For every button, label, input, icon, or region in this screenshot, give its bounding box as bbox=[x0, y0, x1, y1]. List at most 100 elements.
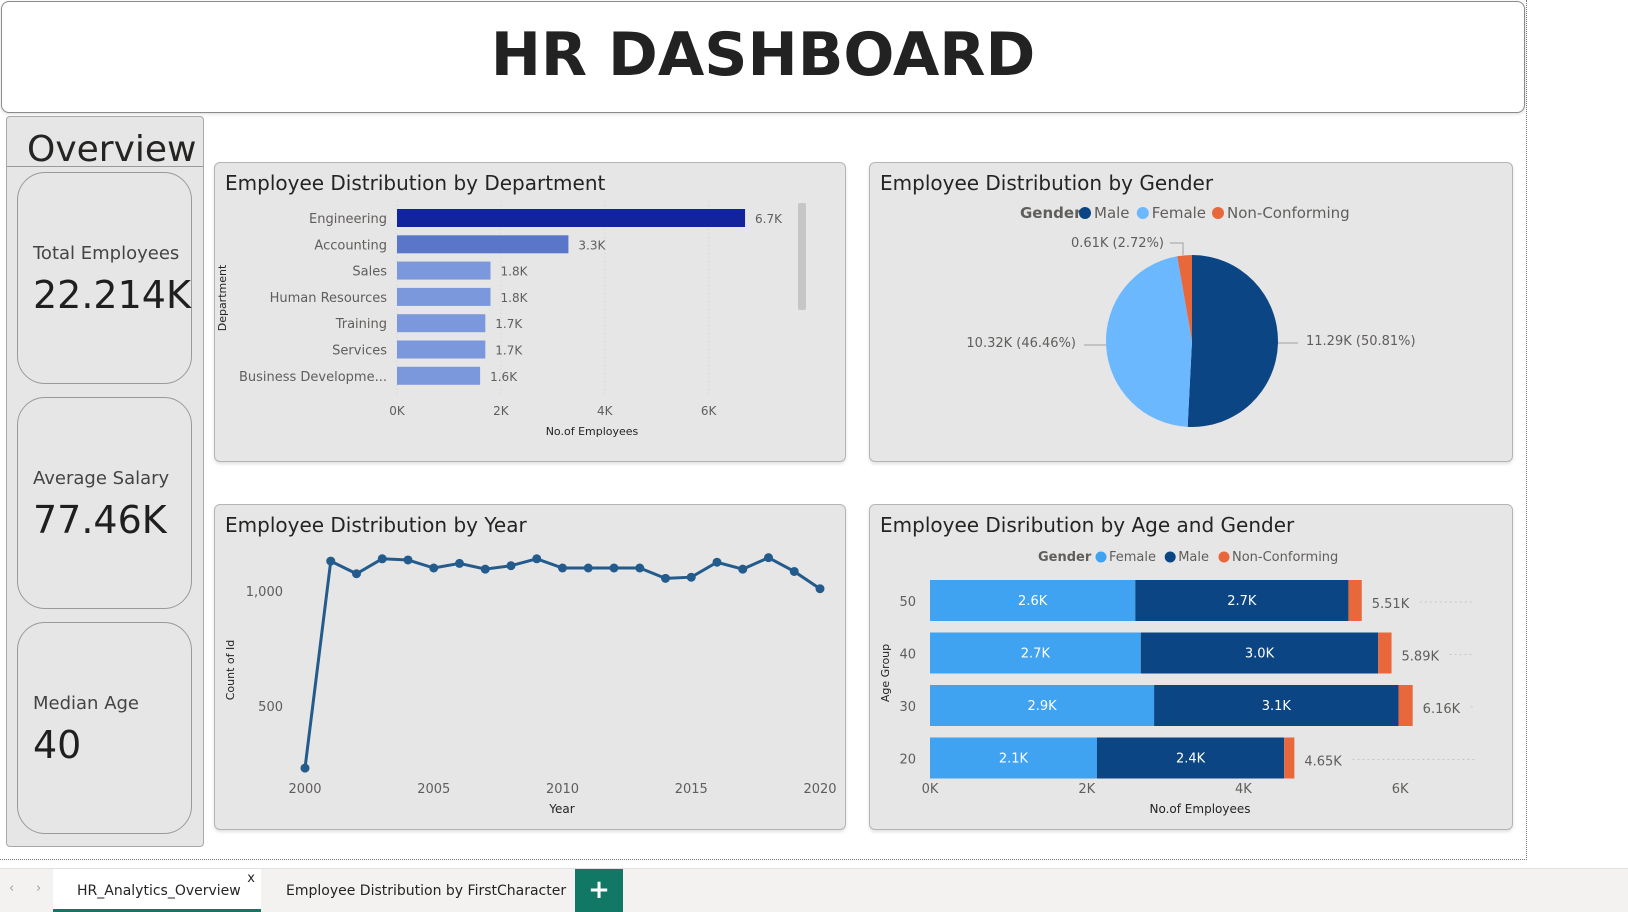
data-point bbox=[609, 563, 619, 573]
x-tick-label: 4K bbox=[597, 404, 614, 418]
gender-chart-panel[interactable]: Employee Distribution by Gender Gender Ma… bbox=[869, 162, 1513, 462]
x-tick-label: 2005 bbox=[417, 782, 450, 797]
x-tick-label: 2000 bbox=[288, 782, 321, 797]
legend-swatch bbox=[1079, 207, 1091, 219]
segment-label: 2.7K bbox=[1227, 594, 1257, 609]
kpi-value: 22.214K bbox=[33, 273, 191, 317]
x-tick-label: 0K bbox=[922, 782, 939, 797]
pie-slice bbox=[1106, 256, 1192, 427]
data-point bbox=[377, 554, 387, 564]
department-chart-panel[interactable]: Employee Distribution by Department 0K 2K… bbox=[214, 162, 846, 462]
tab-employee-distribution-first-character[interactable]: Employee Distribution by FirstCharacter bbox=[262, 869, 572, 912]
data-label: 1.7K bbox=[495, 344, 523, 358]
kpi-card-total-employees[interactable]: Total Employees 22.214K bbox=[17, 172, 192, 384]
bar-segment bbox=[1284, 737, 1295, 779]
category-label: Training bbox=[335, 317, 387, 332]
slice-label: 0.61K (2.72%) bbox=[1071, 236, 1164, 251]
data-point bbox=[300, 763, 310, 773]
y-axis-label: Department bbox=[216, 264, 229, 331]
tab-next-arrow-icon[interactable]: › bbox=[36, 881, 41, 896]
tab-label: Employee Distribution by FirstCharacter bbox=[286, 883, 567, 899]
total-label: 6.16K bbox=[1423, 702, 1461, 717]
legend-label: Male bbox=[1178, 550, 1209, 565]
legend-swatch bbox=[1212, 207, 1224, 219]
data-point bbox=[326, 556, 336, 566]
segment-label: 2.7K bbox=[1021, 647, 1051, 662]
x-tick-label: 2015 bbox=[675, 782, 708, 797]
data-point bbox=[738, 564, 748, 574]
data-point bbox=[712, 557, 722, 567]
year-chart-panel[interactable]: Employee Distribution by Year 500 1,000 20… bbox=[214, 504, 846, 830]
x-axis-label: No.of Employees bbox=[546, 425, 639, 438]
y-axis-label: Age Group bbox=[879, 644, 892, 702]
segment-label: 2.9K bbox=[1027, 699, 1057, 714]
bar bbox=[397, 287, 491, 306]
legend-title: Gender bbox=[1038, 550, 1092, 565]
year-line-chart: 500 1,000 2000 2005 2010 2015 2020 Year Count of… bbox=[224, 553, 837, 816]
legend-label: Female bbox=[1152, 204, 1206, 222]
data-label: 3.3K bbox=[578, 238, 606, 252]
kpi-value: 77.46K bbox=[33, 498, 167, 542]
data-point bbox=[352, 569, 361, 579]
data-label: 6.7K bbox=[755, 212, 783, 226]
kpi-card-median-age[interactable]: Median Age 40 bbox=[17, 622, 192, 834]
x-tick-label: 2010 bbox=[546, 782, 579, 797]
slice-label: 11.29K (50.81%) bbox=[1306, 334, 1416, 349]
kpi-label: Median Age bbox=[33, 693, 140, 714]
x-tick-label: 4K bbox=[1235, 782, 1252, 797]
bar bbox=[397, 340, 486, 359]
kpi-value: 40 bbox=[33, 723, 82, 767]
leader-line bbox=[1170, 242, 1184, 255]
legend-swatch bbox=[1095, 551, 1107, 563]
tab-label: HR_Analytics_Overview bbox=[77, 883, 241, 899]
data-point bbox=[429, 563, 439, 573]
category-label: 20 bbox=[899, 753, 916, 768]
age-gender-chart-panel[interactable]: Employee Disribution by Age and Gender G… bbox=[869, 504, 1513, 830]
total-label: 4.65K bbox=[1304, 755, 1342, 770]
tab-close-icon[interactable]: x bbox=[247, 871, 255, 886]
canvas-right-border bbox=[1526, 0, 1527, 860]
x-tick-label: 2K bbox=[493, 404, 510, 418]
legend-label: Non-Conforming bbox=[1227, 204, 1350, 222]
data-point bbox=[583, 563, 593, 573]
data-label: 1.8K bbox=[501, 291, 529, 305]
overview-panel: Overview Total Employees 22.214K Average… bbox=[6, 116, 204, 847]
total-label: 5.89K bbox=[1402, 650, 1440, 665]
category-label: 50 bbox=[899, 595, 916, 610]
pie-slice bbox=[1187, 255, 1279, 427]
data-point bbox=[506, 561, 516, 571]
category-label: Sales bbox=[352, 265, 387, 280]
data-label: 1.7K bbox=[495, 317, 523, 331]
kpi-card-average-salary[interactable]: Average Salary 77.46K bbox=[17, 397, 192, 609]
data-point bbox=[686, 572, 696, 582]
data-label: 1.8K bbox=[501, 265, 529, 279]
age-gender-stacked-bar-chart: Gender Female Male Non-Conforming 0K 2K 4K 6K 50… bbox=[879, 550, 1475, 816]
x-tick-label: 0K bbox=[389, 404, 406, 418]
category-label: Human Resources bbox=[270, 291, 388, 306]
segment-label: 2.6K bbox=[1018, 594, 1048, 609]
category-label: 40 bbox=[899, 648, 916, 663]
bar bbox=[397, 366, 481, 385]
bar bbox=[397, 261, 491, 280]
tab-hr-analytics-overview[interactable]: HR_Analytics_Overview x bbox=[53, 869, 261, 912]
legend-label: Non-Conforming bbox=[1232, 550, 1338, 565]
legend-swatch bbox=[1218, 551, 1230, 563]
gender-pie-chart: Gender Male Female Non-Conforming 11.29K (50… bbox=[966, 204, 1416, 427]
bar bbox=[397, 209, 746, 227]
total-label: 5.51K bbox=[1372, 597, 1410, 612]
legend-swatch bbox=[1136, 207, 1149, 219]
tab-prev-arrow-icon[interactable]: ‹ bbox=[9, 881, 14, 896]
data-point bbox=[455, 558, 464, 568]
segment-label: 3.1K bbox=[1262, 699, 1292, 714]
kpi-label: Total Employees bbox=[33, 243, 180, 264]
legend-title: Gender bbox=[1020, 204, 1082, 222]
dashboard-header: HR DASHBOARD bbox=[1, 1, 1525, 113]
bar-segment bbox=[1398, 685, 1413, 726]
segment-label: 3.0K bbox=[1245, 647, 1275, 662]
data-point bbox=[403, 555, 413, 565]
add-page-button[interactable]: + bbox=[575, 869, 623, 912]
bar-segment bbox=[1378, 632, 1392, 674]
department-bar-chart: 0K 2K 4K 6K Engineering 6.7K Accounting 3.3K Sal… bbox=[216, 201, 806, 438]
bar-segment bbox=[1348, 580, 1362, 621]
dashboard-title: HR DASHBOARD bbox=[490, 20, 1036, 90]
